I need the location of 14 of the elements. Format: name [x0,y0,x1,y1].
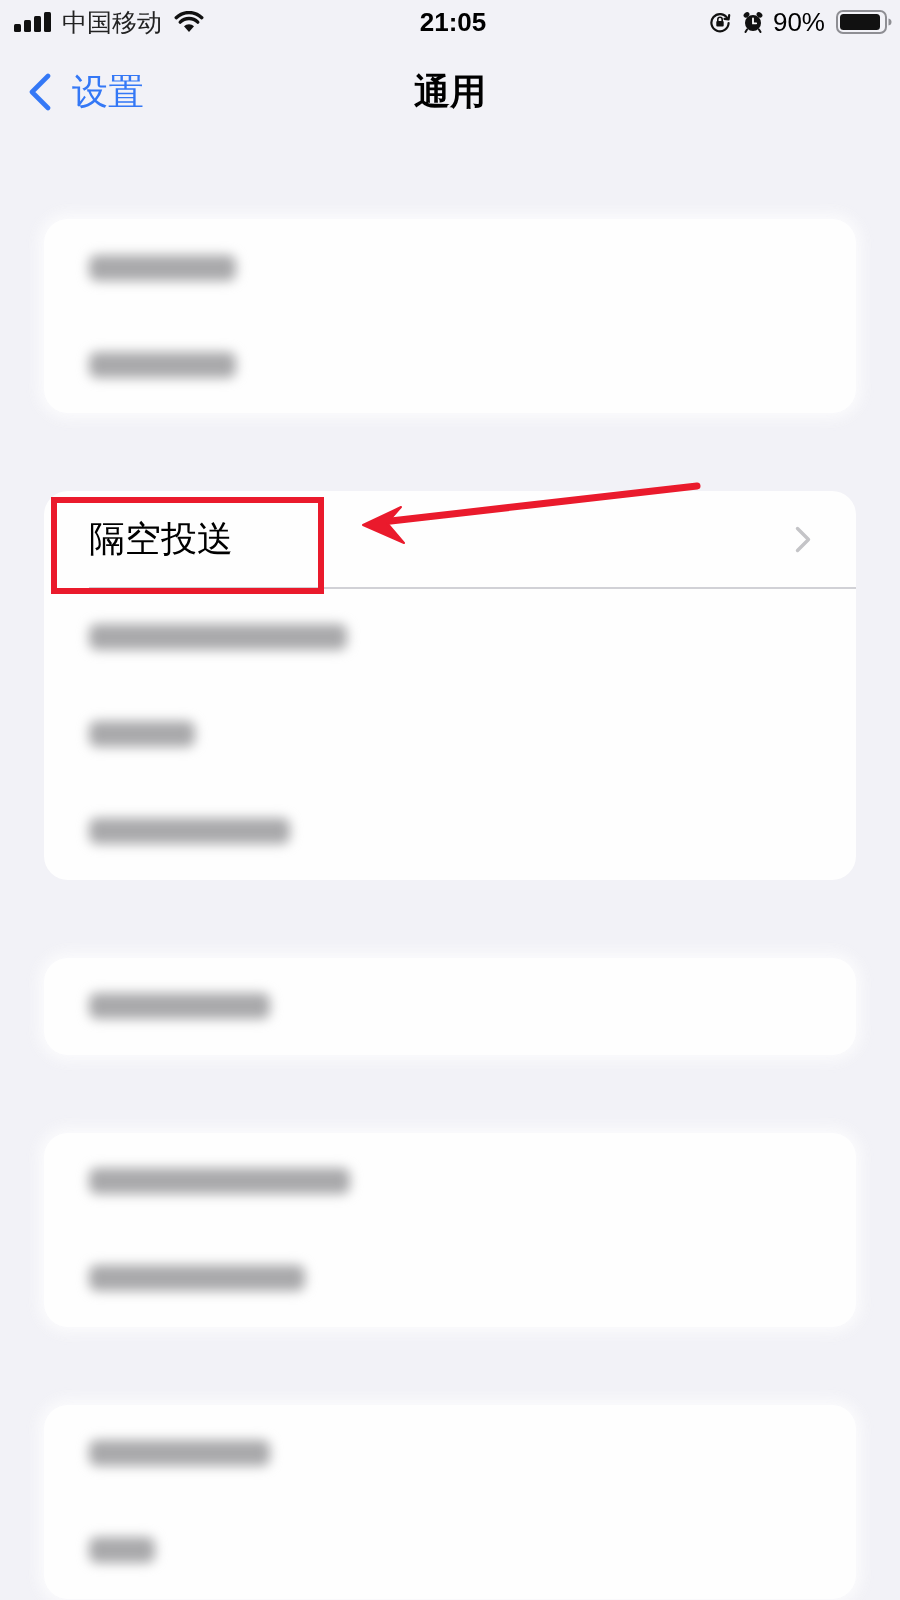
alarm-clock-icon [741,11,764,33]
battery-percentage: 90% [772,6,825,38]
orientation-lock-icon [708,11,731,33]
page-title: 通用 [414,69,486,114]
wifi-icon [174,11,204,33]
carrier-name: 中国移动 [62,6,162,38]
settings-row[interactable]: 隔空投送 [44,491,856,587]
chevron-icon [795,525,811,553]
blurred-label [89,1537,155,1563]
back-button[interactable]: 设置 [28,67,144,117]
battery-icon [836,10,892,34]
signal-icon [14,12,51,32]
back-chevron-icon [28,73,52,111]
status-time: 21:05 [419,6,487,38]
